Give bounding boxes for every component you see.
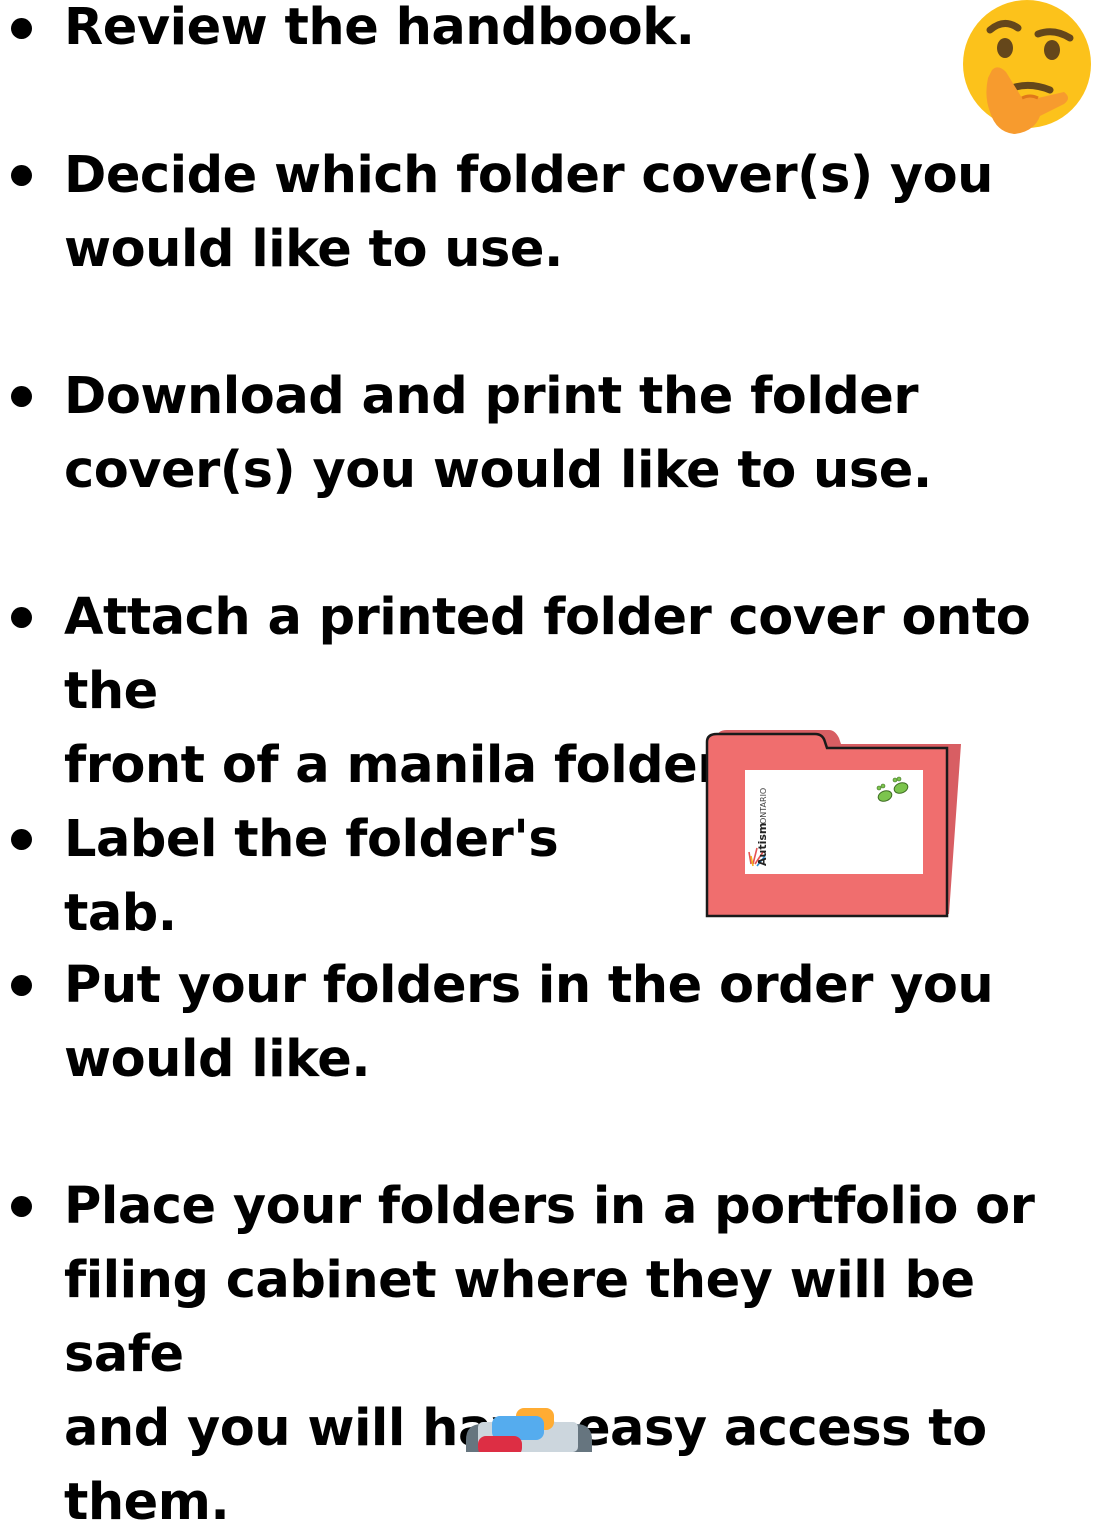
bullet-point bbox=[11, 386, 32, 407]
step-text: Label the folder's tab. bbox=[64, 810, 559, 943]
bullet-point bbox=[11, 975, 32, 996]
step-text: Put your folders in the order you would … bbox=[64, 956, 994, 1089]
step-text: Place your folders in a portfolio or fil… bbox=[64, 1177, 1035, 1532]
folder-icon: Autism ONTARIO bbox=[705, 730, 961, 918]
thinking-face-icon bbox=[963, 0, 1091, 134]
bullet-point bbox=[11, 165, 32, 186]
step-text: Download and print the folder cover(s) y… bbox=[64, 367, 932, 500]
brand-secondary: ONTARIO bbox=[759, 788, 768, 824]
bullet-point bbox=[11, 18, 32, 39]
card-index-dividers-icon bbox=[466, 1408, 592, 1452]
bullet-point bbox=[11, 829, 32, 850]
step-text: Decide which folder cover(s) you would l… bbox=[64, 146, 993, 279]
bullet-point bbox=[11, 1196, 32, 1217]
step-text: Review the handbook. bbox=[64, 0, 695, 57]
bullet-point bbox=[11, 607, 32, 628]
brand-main: Autism bbox=[756, 823, 769, 866]
